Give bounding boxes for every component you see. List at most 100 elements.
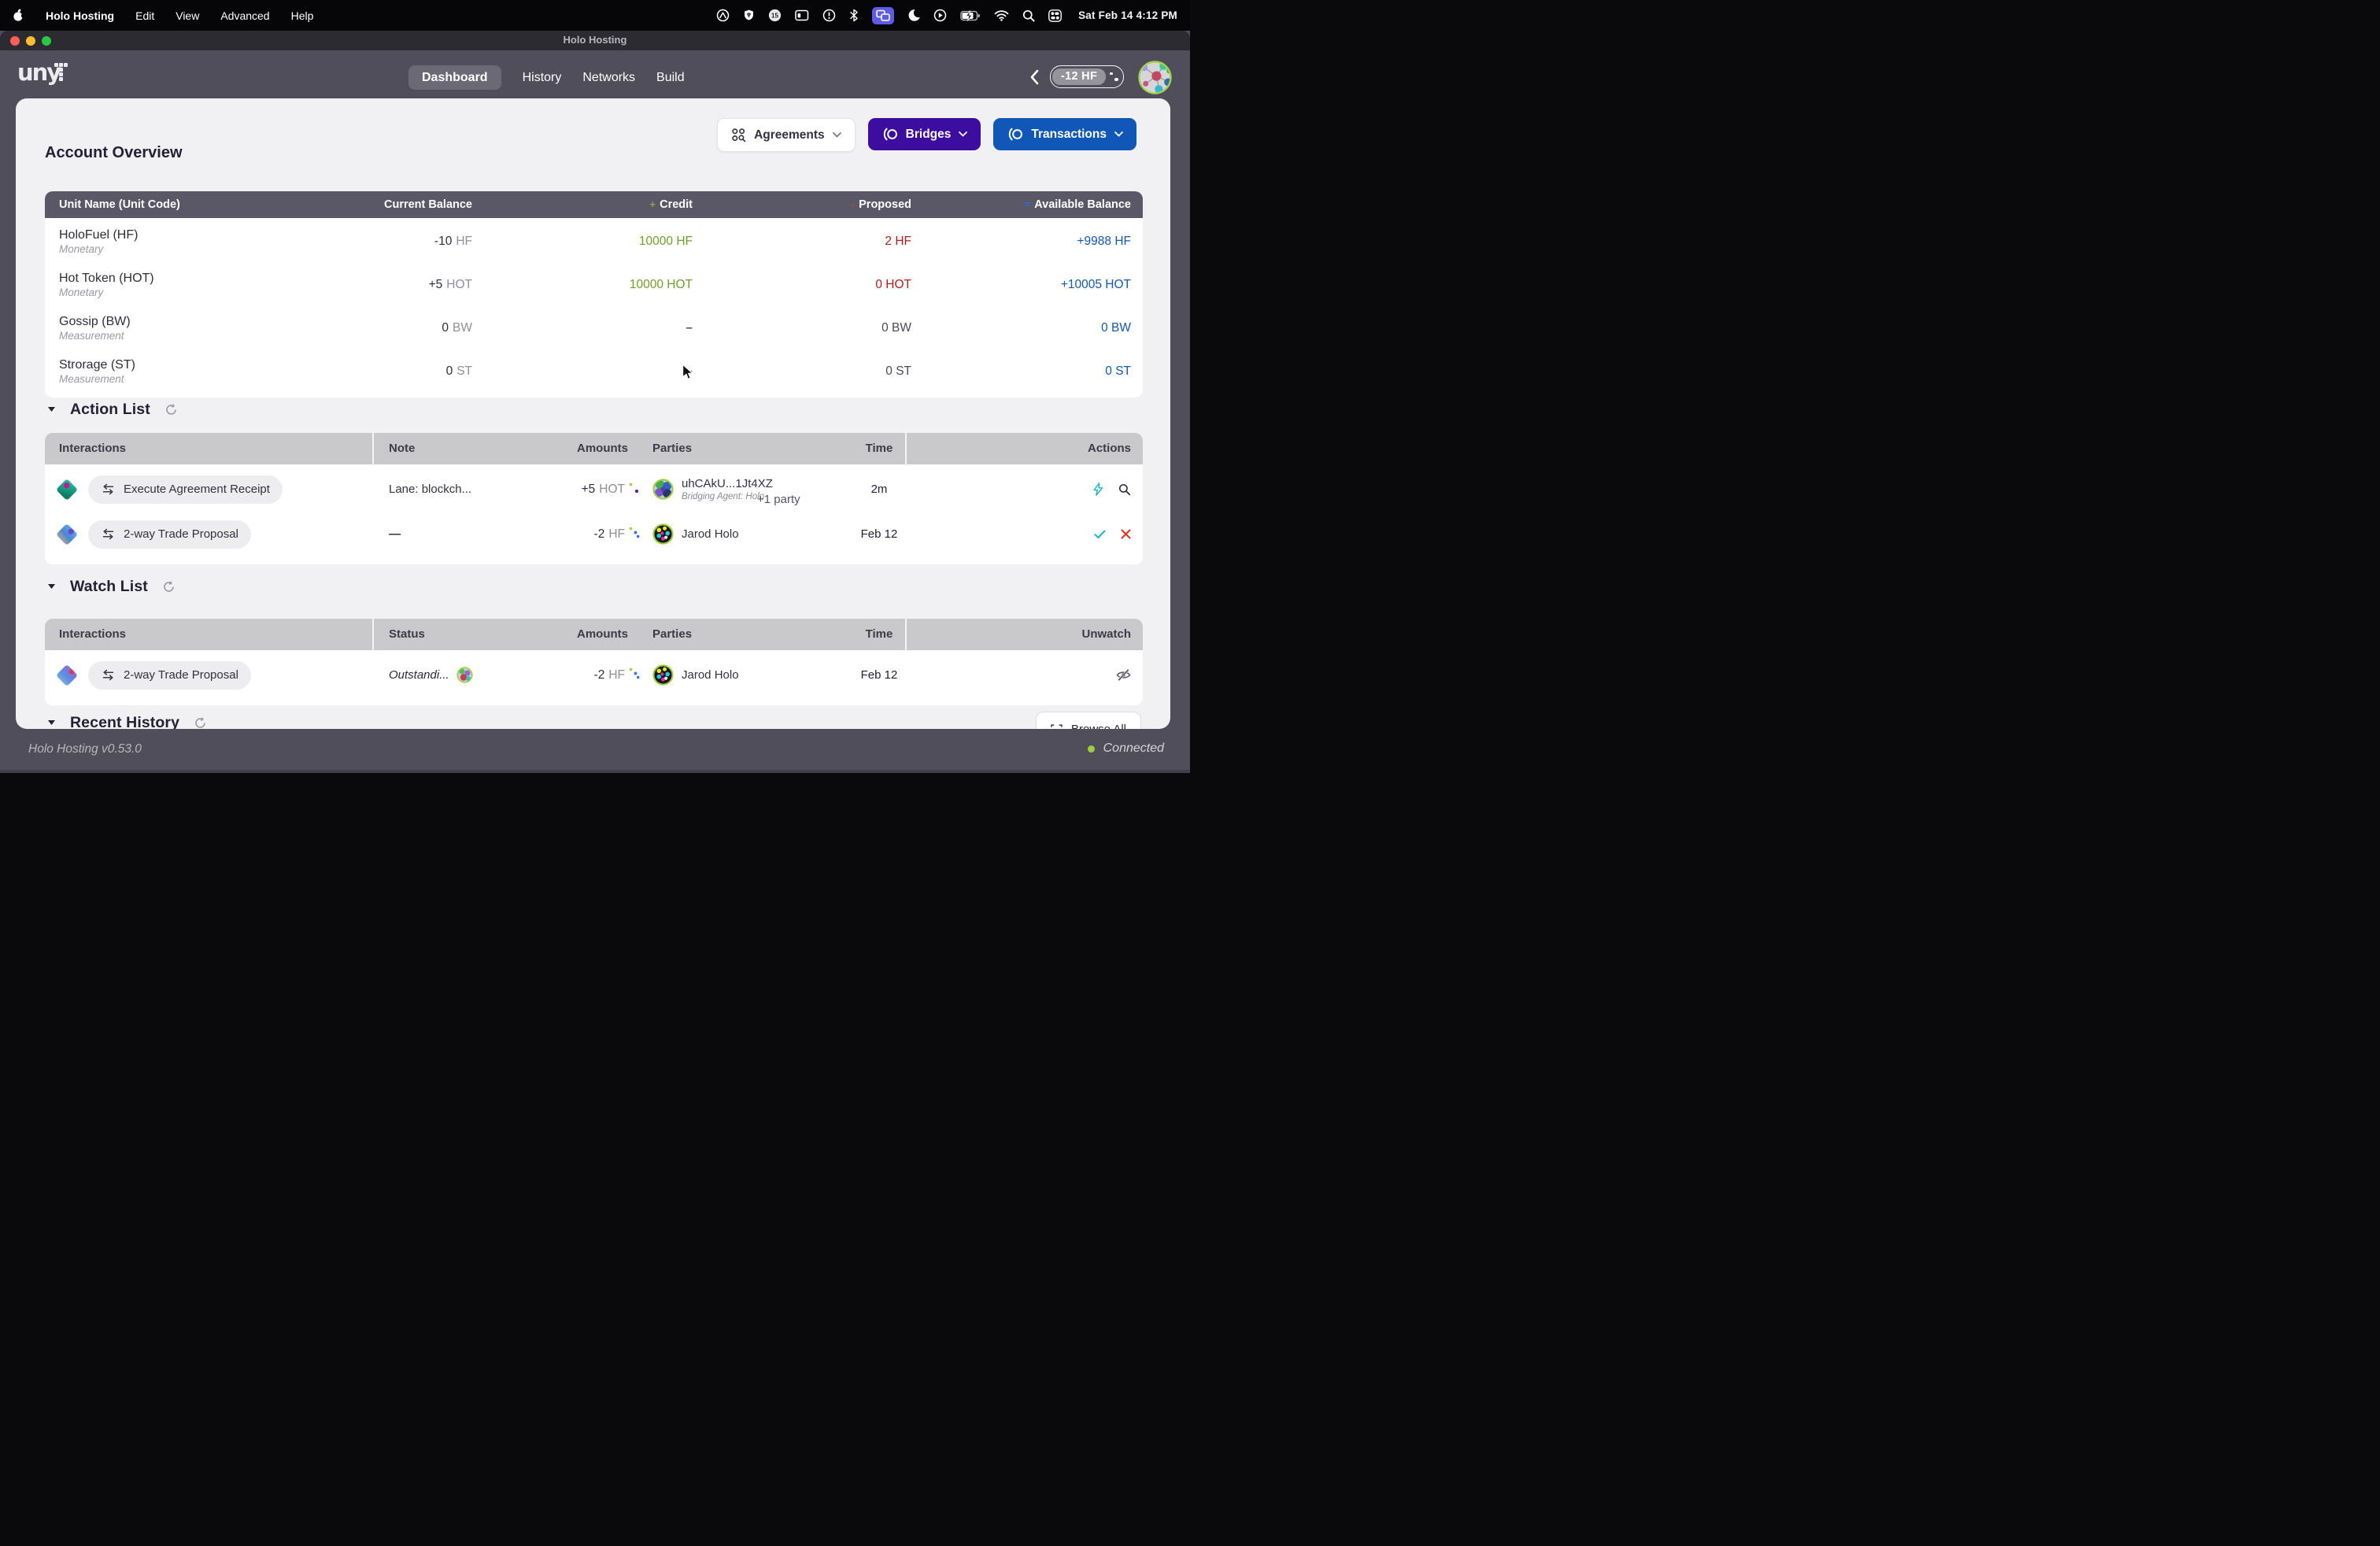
chevron-down-icon (959, 131, 967, 137)
available-value: +10005 HOT (1061, 278, 1131, 292)
trade-arrows-icon (101, 528, 116, 540)
menu-bar-clock[interactable]: Sat Feb 14 4:12 PM (1078, 9, 1177, 21)
table-row-gossip[interactable]: Gossip (BW)Measurement 0BW – 0 BW 0 BW (45, 306, 1143, 350)
party-name: uhCAkU...1Jt4XZ (682, 477, 773, 490)
unit-type: Measurement (59, 330, 124, 342)
proposed-value: 0 BW (881, 321, 911, 335)
bluetooth-icon[interactable] (849, 9, 859, 22)
battery-charging-icon[interactable] (960, 10, 981, 21)
col-time: Time (816, 433, 942, 464)
agreements-label: Agreements (754, 128, 825, 142)
col-unwatch: Unwatch (1013, 619, 1131, 650)
back-chevron-icon[interactable] (1029, 69, 1039, 85)
credit-value: – (686, 364, 693, 379)
transactions-icon (1007, 128, 1023, 141)
credit-value: – (686, 321, 693, 335)
status-text: Outstandi... (389, 668, 449, 682)
unit-name: Strorage (ST) (59, 358, 135, 372)
connected-dot-icon (1088, 745, 1095, 753)
party-avatar[interactable] (652, 664, 674, 686)
approve-check-icon[interactable] (1094, 530, 1106, 539)
menu-edit[interactable]: Edit (135, 9, 154, 22)
focus-moon-icon[interactable] (907, 9, 920, 22)
tab-build[interactable]: Build (656, 65, 685, 90)
trade-arrows-icon (101, 669, 116, 681)
time-cell: Feb 12 (816, 512, 942, 557)
unyt-logo[interactable]: uny (17, 60, 74, 91)
col-parties: Parties (652, 619, 692, 650)
menu-advanced[interactable]: Advanced (220, 9, 269, 22)
refresh-icon[interactable] (194, 717, 206, 729)
balance-pill[interactable]: -12 HF (1050, 65, 1124, 88)
time-machine-alert-icon[interactable] (822, 9, 836, 22)
agreements-button[interactable]: Agreements (717, 118, 856, 152)
proposed-value: 2 HF (885, 235, 911, 249)
inspect-magnifier-icon[interactable] (1118, 483, 1131, 496)
action-list-table-header: Interactions Note Amounts Parties Time A… (45, 433, 1143, 464)
balance-pill-value: -12 HF (1052, 68, 1106, 85)
credit-value: 10000 HOT (630, 278, 693, 292)
collapse-caret-icon[interactable] (48, 407, 55, 412)
credit-value: 10000 HF (639, 235, 693, 249)
interaction-pill[interactable]: Execute Agreement Receipt (88, 475, 283, 504)
col-interactions: Interactions (59, 433, 126, 464)
refresh-icon[interactable] (165, 404, 177, 416)
toolbar: Agreements Bridges Transactions (717, 118, 1136, 152)
unit-name: Hot Token (HOT) (59, 272, 154, 286)
screen-mirroring-active-icon[interactable] (872, 7, 894, 24)
list-item-execute-agreement-receipt[interactable]: Execute Agreement Receipt Lane: blockch.… (45, 467, 1143, 512)
proposed-value: 0 ST (885, 364, 911, 379)
list-item-2way-trade-proposal[interactable]: 2-way Trade Proposal — -2HF Jarod Holo (45, 512, 1143, 557)
table-row-holofuel[interactable]: HoloFuel (HF)Monetary -10HF 10000 HF 2 H… (45, 220, 1143, 263)
spotlight-search-icon[interactable] (1022, 9, 1035, 22)
badge-15-icon[interactable]: 15 (768, 9, 782, 22)
tab-networks[interactable]: Networks (582, 65, 635, 90)
parties-cell: uhCAkU...1Jt4XZ +1 party Bridging Agent:… (652, 467, 773, 512)
menu-view[interactable]: View (176, 9, 199, 22)
connection-status: Connected (1088, 742, 1164, 756)
unwatch-eye-off-icon[interactable] (1116, 668, 1131, 682)
interaction-diamond-icon (56, 664, 78, 686)
wifi-icon[interactable] (994, 9, 1009, 21)
party-avatar[interactable] (652, 523, 674, 545)
menu-help[interactable]: Help (291, 9, 314, 22)
svg-text:15: 15 (771, 12, 778, 19)
macos-menu-bar: Holo Hosting Edit View Advanced Help 15 (0, 0, 1190, 31)
amount-dots-icon (628, 667, 640, 680)
current-balance-value: 0 (446, 364, 453, 379)
media-play-icon[interactable] (933, 9, 947, 22)
col-amounts: Amounts (486, 433, 628, 464)
browse-all-button[interactable]: Browse All (1036, 712, 1141, 729)
apple-menu-icon[interactable] (13, 9, 24, 22)
amount-cell: +5HOT (486, 467, 640, 512)
interaction-label: 2-way Trade Proposal (124, 527, 238, 541)
collapse-caret-icon[interactable] (48, 720, 55, 725)
collapse-caret-icon[interactable] (48, 584, 55, 589)
watch-list-table: Interactions Status Amounts Parties Time… (45, 619, 1143, 705)
account-table-header: Unit Name (Unit Code) Current Balance +C… (45, 191, 1143, 218)
refresh-icon[interactable] (163, 581, 175, 593)
menu-app-name[interactable]: Holo Hosting (46, 9, 114, 22)
table-row-hot-token[interactable]: Hot Token (HOT)Monetary +5HOT 10000 HOT … (45, 263, 1143, 306)
control-center-icon[interactable] (1048, 9, 1062, 22)
interaction-pill[interactable]: 2-way Trade Proposal (88, 661, 251, 690)
execute-lightning-icon[interactable] (1093, 483, 1103, 496)
reject-x-icon[interactable] (1121, 529, 1131, 539)
action-list-table: Interactions Note Amounts Parties Time A… (45, 433, 1143, 564)
parties-cell: Jarod Holo (652, 512, 739, 557)
interaction-pill[interactable]: 2-way Trade Proposal (88, 520, 251, 549)
amount-dots-icon (628, 526, 640, 539)
list-item-watched-trade-proposal[interactable]: 2-way Trade Proposal Outstandi... -2HF (45, 653, 1143, 697)
tab-dashboard[interactable]: Dashboard (408, 65, 501, 90)
vpn-mountain-icon[interactable] (716, 9, 730, 22)
unwatch-cell (1013, 653, 1133, 697)
bridges-button[interactable]: Bridges (868, 118, 981, 150)
tab-history[interactable]: History (523, 65, 562, 90)
transactions-button[interactable]: Transactions (993, 118, 1136, 150)
user-avatar[interactable] (1138, 61, 1172, 94)
window-manager-icon[interactable] (795, 9, 809, 21)
table-row-strorage[interactable]: Strorage (ST)Measurement 0ST – 0 ST 0 ST (45, 350, 1143, 393)
party-avatar[interactable] (652, 479, 674, 500)
shield-icon[interactable] (743, 9, 755, 22)
interaction-diamond-icon (56, 523, 78, 545)
